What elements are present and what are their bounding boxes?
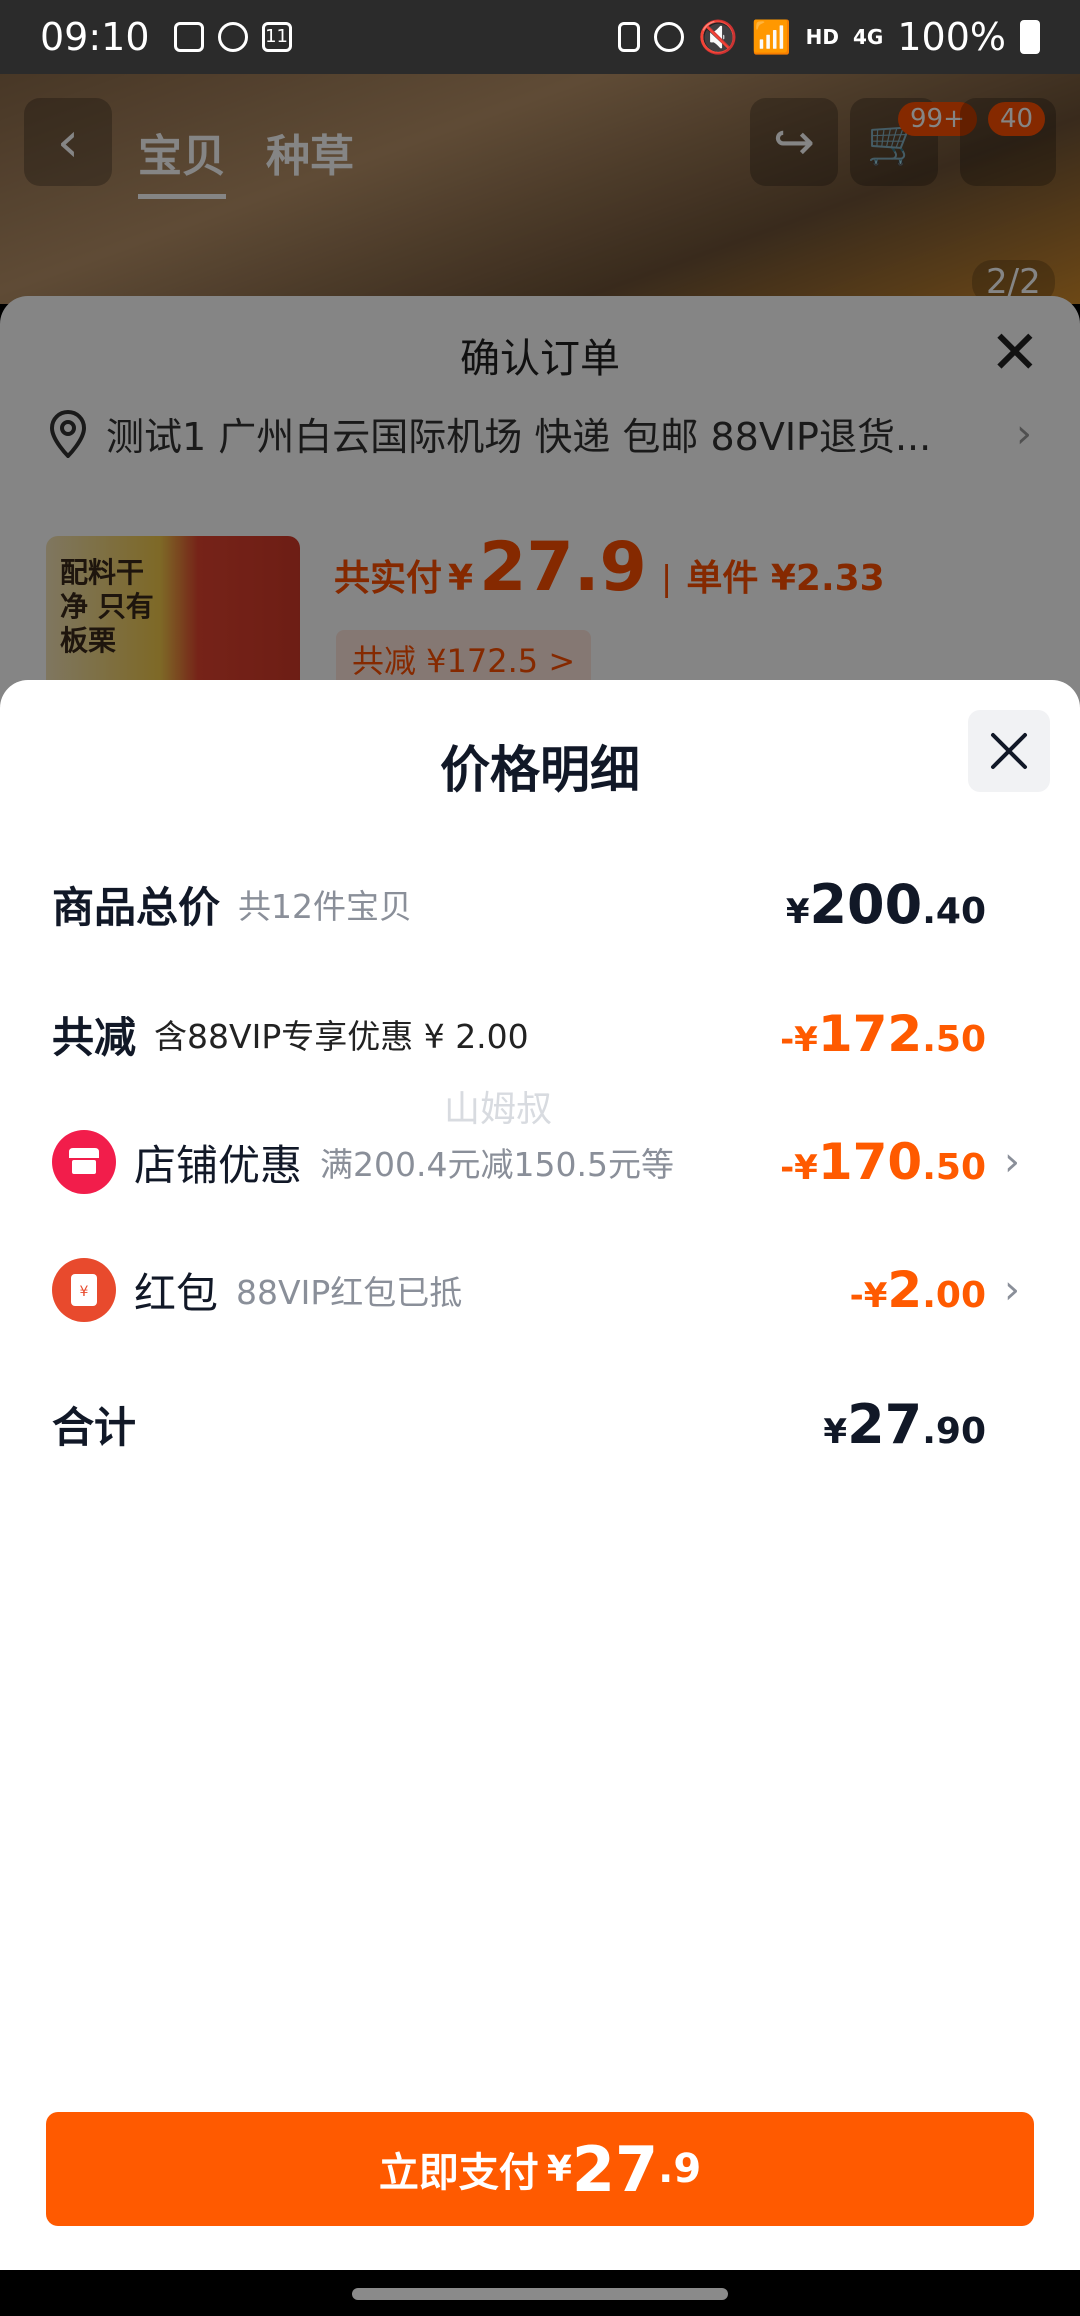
total-discount-row: 共减 含88VIP专享优惠 ¥ 2.00 -¥ 172 .50 bbox=[52, 994, 1028, 1074]
chevron-right-icon: › bbox=[1004, 1139, 1020, 1185]
amount-integer: 172 bbox=[817, 1005, 923, 1063]
hd-label: HD bbox=[805, 25, 840, 49]
shop-discount-amount: -¥ 170 .50 bbox=[780, 1133, 986, 1191]
svg-text:¥: ¥ bbox=[80, 1284, 89, 1300]
close-button[interactable] bbox=[968, 710, 1050, 792]
dim-overlay[interactable] bbox=[0, 74, 1080, 716]
shop-discount-rule: 满200.4元减150.5元等 bbox=[320, 1145, 674, 1184]
total-discount-note: 含88VIP专享优惠 ¥ 2.00 bbox=[154, 1017, 529, 1056]
sum-amount: ¥ 27 .90 bbox=[823, 1393, 986, 1456]
pay-now-label: 立即支付 bbox=[378, 2150, 539, 2196]
currency-symbol: -¥ bbox=[780, 1148, 818, 1188]
goods-total-count: 共12件宝贝 bbox=[238, 887, 413, 926]
shop-icon bbox=[52, 1130, 116, 1194]
currency-symbol: ¥ bbox=[785, 891, 810, 932]
amount-decimal: .90 bbox=[922, 1410, 986, 1452]
home-indicator[interactable] bbox=[352, 2288, 728, 2300]
goods-total-label: 商品总价 bbox=[52, 882, 221, 932]
gallery-icon bbox=[173, 22, 204, 52]
amount-decimal: .50 bbox=[922, 1147, 986, 1188]
currency-symbol: ¥ bbox=[823, 1411, 848, 1452]
amount-decimal: .50 bbox=[922, 1019, 986, 1060]
pay-now-integer: 27 bbox=[571, 2132, 659, 2206]
goods-total-row: 商品总价 共12件宝贝 ¥ 200 .40 bbox=[52, 864, 1028, 944]
battery-saver-icon bbox=[617, 22, 640, 52]
amount-decimal: .40 bbox=[922, 890, 986, 932]
red-packet-icon: ¥ bbox=[52, 1258, 116, 1322]
status-bar: 09:10 11 🔇 📶 HD 4G 100% bbox=[0, 0, 1080, 74]
total-discount-amount: -¥ 172 .50 bbox=[780, 1005, 986, 1063]
price-detail-title: 价格明细 bbox=[440, 741, 640, 799]
calendar-icon: 11 bbox=[261, 22, 292, 52]
currency-symbol: -¥ bbox=[780, 1020, 818, 1060]
total-discount-label: 共减 bbox=[52, 1012, 137, 1062]
heart-app-icon bbox=[217, 22, 248, 52]
network-label: 4G bbox=[853, 25, 884, 49]
pay-now-button[interactable]: 立即支付 ¥ 27 .9 bbox=[46, 2112, 1034, 2226]
system-icons: 🔇 📶 HD 4G 100% bbox=[617, 15, 1040, 59]
price-detail-sheet: 价格明细 商品总价 共12件宝贝 ¥ 200 .40 共减 含88VIP专享优惠… bbox=[0, 680, 1080, 2270]
red-packet-row[interactable]: ¥ 红包 88VIP红包已抵 -¥ 2 .00 › bbox=[52, 1250, 1028, 1330]
amount-decimal: .00 bbox=[922, 1275, 986, 1316]
amount-integer: 27 bbox=[847, 1392, 923, 1456]
battery-icon bbox=[1020, 20, 1040, 54]
amount-integer: 170 bbox=[817, 1133, 923, 1191]
currency-symbol: -¥ bbox=[849, 1276, 888, 1316]
chevron-right-icon: › bbox=[1004, 1267, 1020, 1313]
battery-percent: 100% bbox=[897, 15, 1006, 59]
watermark: 山姆叔 bbox=[444, 1089, 553, 1130]
shop-discount-row[interactable]: 店铺优惠 满200.4元减150.5元等 -¥ 170 .50 › bbox=[52, 1122, 1028, 1202]
notification-icons: 11 bbox=[173, 22, 292, 52]
goods-total-amount: ¥ 200 .40 bbox=[786, 873, 986, 936]
shop-discount-label: 店铺优惠 bbox=[134, 1140, 303, 1190]
pay-now-decimal: .9 bbox=[658, 2146, 702, 2192]
wifi-icon: 📶 bbox=[751, 18, 792, 56]
red-packet-note: 88VIP红包已抵 bbox=[236, 1273, 463, 1312]
mute-icon: 🔇 bbox=[697, 18, 738, 56]
sum-label: 合计 bbox=[52, 1402, 137, 1452]
red-packet-amount: -¥ 2 .00 bbox=[850, 1261, 986, 1319]
pay-now-yen: ¥ bbox=[546, 2148, 572, 2190]
amount-integer: 200 bbox=[809, 872, 923, 936]
amount-integer: 2 bbox=[887, 1261, 923, 1319]
close-icon bbox=[991, 733, 1027, 769]
status-time: 09:10 bbox=[40, 15, 150, 59]
red-packet-label: 红包 bbox=[134, 1268, 219, 1318]
alarm-icon bbox=[653, 22, 684, 52]
sum-row: 合计 ¥ 27 .90 bbox=[52, 1384, 1028, 1464]
